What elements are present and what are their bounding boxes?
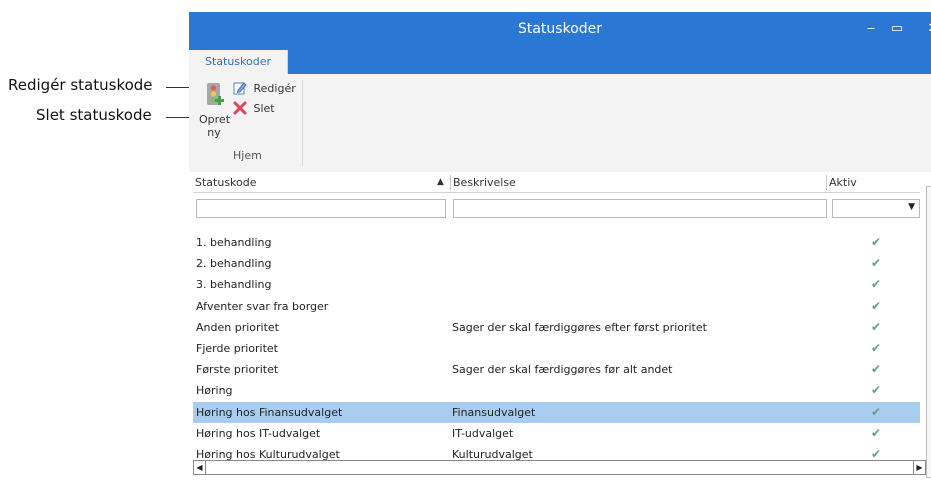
scroll-left-arrow-icon[interactable]: ◀ (194, 461, 206, 474)
callout-delete-statuscode: Slet statuskode (36, 106, 152, 124)
maximize-button[interactable]: ▭ (886, 18, 908, 40)
active-check-icon: ✔ (871, 405, 882, 419)
create-label-line1: Opret (199, 113, 231, 126)
table-row[interactable]: Anden prioritet Sager der skal færdiggøre… (193, 317, 920, 338)
table-row[interactable]: 2. behandling ✔ (193, 253, 920, 274)
active-check-icon: ✔ (871, 320, 882, 334)
column-header-aktiv[interactable]: Aktiv (829, 173, 857, 192)
active-check-icon: ✔ (871, 235, 882, 249)
ribbon-tab-strip: Statuskoder (189, 48, 931, 74)
active-check-icon: ✔ (871, 426, 882, 440)
filter-statuskode-input[interactable] (196, 199, 446, 218)
cell-beskrivelse: Sager der skal færdiggøres før alt andet (452, 363, 673, 376)
cell-statuskode: Anden prioritet (196, 321, 279, 334)
ribbon-group-separator (302, 80, 303, 166)
column-header-beskrivelse[interactable]: Beskrivelse (453, 173, 516, 192)
column-header-statuskode[interactable]: Statuskode (195, 173, 257, 192)
table-row[interactable]: Høring hos IT-udvalget IT-udvalget ✔ (193, 423, 920, 444)
filter-aktiv-select[interactable]: ▼ (832, 199, 920, 218)
create-label-line2: ny (207, 126, 221, 139)
edit-icon (233, 82, 247, 95)
cell-statuskode: Høring hos Finansudvalget (196, 406, 343, 419)
table-row[interactable]: Afventer svar fra borger ✔ (193, 296, 920, 317)
delete-button[interactable]: Slet (233, 100, 275, 118)
cell-beskrivelse: Sager der skal færdiggøres efter først p… (452, 321, 707, 334)
cell-beskrivelse: IT-udvalget (452, 427, 514, 440)
cell-statuskode: 2. behandling (196, 257, 272, 270)
statuscode-grid: Statuskode ▲ Beskrivelse Aktiv ▼ 1. beha… (189, 172, 931, 480)
horizontal-scrollbar[interactable]: ◀ ▶ (193, 460, 926, 475)
table-row[interactable]: Første prioritet Sager der skal færdiggør… (193, 359, 920, 380)
cell-statuskode: Høring hos IT-udvalget (196, 427, 321, 440)
table-row[interactable]: 3. behandling ✔ (193, 274, 920, 295)
statuskoder-window: Statuskoder ‒ ▭ ✕ Statuskoder Opret ny (189, 12, 931, 480)
scroll-right-arrow-icon[interactable]: ▶ (913, 461, 925, 474)
sort-ascending-icon[interactable]: ▲ (437, 173, 444, 192)
close-button[interactable]: ✕ (922, 18, 931, 40)
vertical-scrollbar[interactable] (926, 186, 931, 478)
edit-label: Redigér (253, 82, 296, 95)
cell-statuskode: Afventer svar fra borger (196, 300, 329, 313)
active-check-icon: ✔ (871, 383, 882, 397)
table-row[interactable]: 1. behandling ✔ (193, 232, 920, 253)
table-row[interactable]: Høring hos Finansudvalget Finansudvalget ✔ (193, 402, 920, 423)
delete-x-icon (233, 101, 247, 115)
cell-statuskode: Høring (196, 384, 233, 397)
cell-statuskode: 3. behandling (196, 278, 272, 291)
edit-button[interactable]: Redigér (233, 80, 296, 98)
tab-statuskoder[interactable]: Statuskoder (189, 50, 288, 74)
title-bar[interactable]: Statuskoder ‒ ▭ ✕ (189, 12, 931, 48)
cell-statuskode: 1. behandling (196, 236, 272, 249)
active-check-icon: ✔ (871, 341, 882, 355)
cell-statuskode: Fjerde prioritet (196, 342, 278, 355)
cell-beskrivelse: Finansudvalget (452, 406, 536, 419)
callout-edit-statuscode: Redigér statuskode (8, 76, 153, 94)
filter-beskrivelse-input[interactable] (453, 199, 827, 218)
ribbon-group-label: Hjem (233, 149, 262, 162)
grid-header: Statuskode ▲ Beskrivelse Aktiv (193, 173, 920, 193)
table-row[interactable]: Høring ✔ (193, 380, 920, 401)
cell-statuskode: Første prioritet (196, 363, 279, 376)
ribbon: Opret ny Redigér Slet Hjem (189, 74, 931, 173)
active-check-icon: ✔ (871, 256, 882, 270)
chevron-down-icon: ▼ (908, 202, 915, 212)
create-new-button[interactable]: Opret ny (199, 82, 231, 139)
minimize-button[interactable]: ‒ (860, 18, 882, 40)
table-row[interactable]: Fjerde prioritet ✔ (193, 338, 920, 359)
column-separator (450, 175, 451, 190)
traffic-light-add-icon (207, 83, 224, 105)
column-separator (826, 175, 827, 190)
window-title: Statuskoder (517, 21, 603, 37)
active-check-icon: ✔ (871, 277, 882, 291)
active-check-icon: ✔ (871, 299, 882, 313)
active-check-icon: ✔ (871, 362, 882, 376)
delete-label: Slet (253, 102, 275, 115)
